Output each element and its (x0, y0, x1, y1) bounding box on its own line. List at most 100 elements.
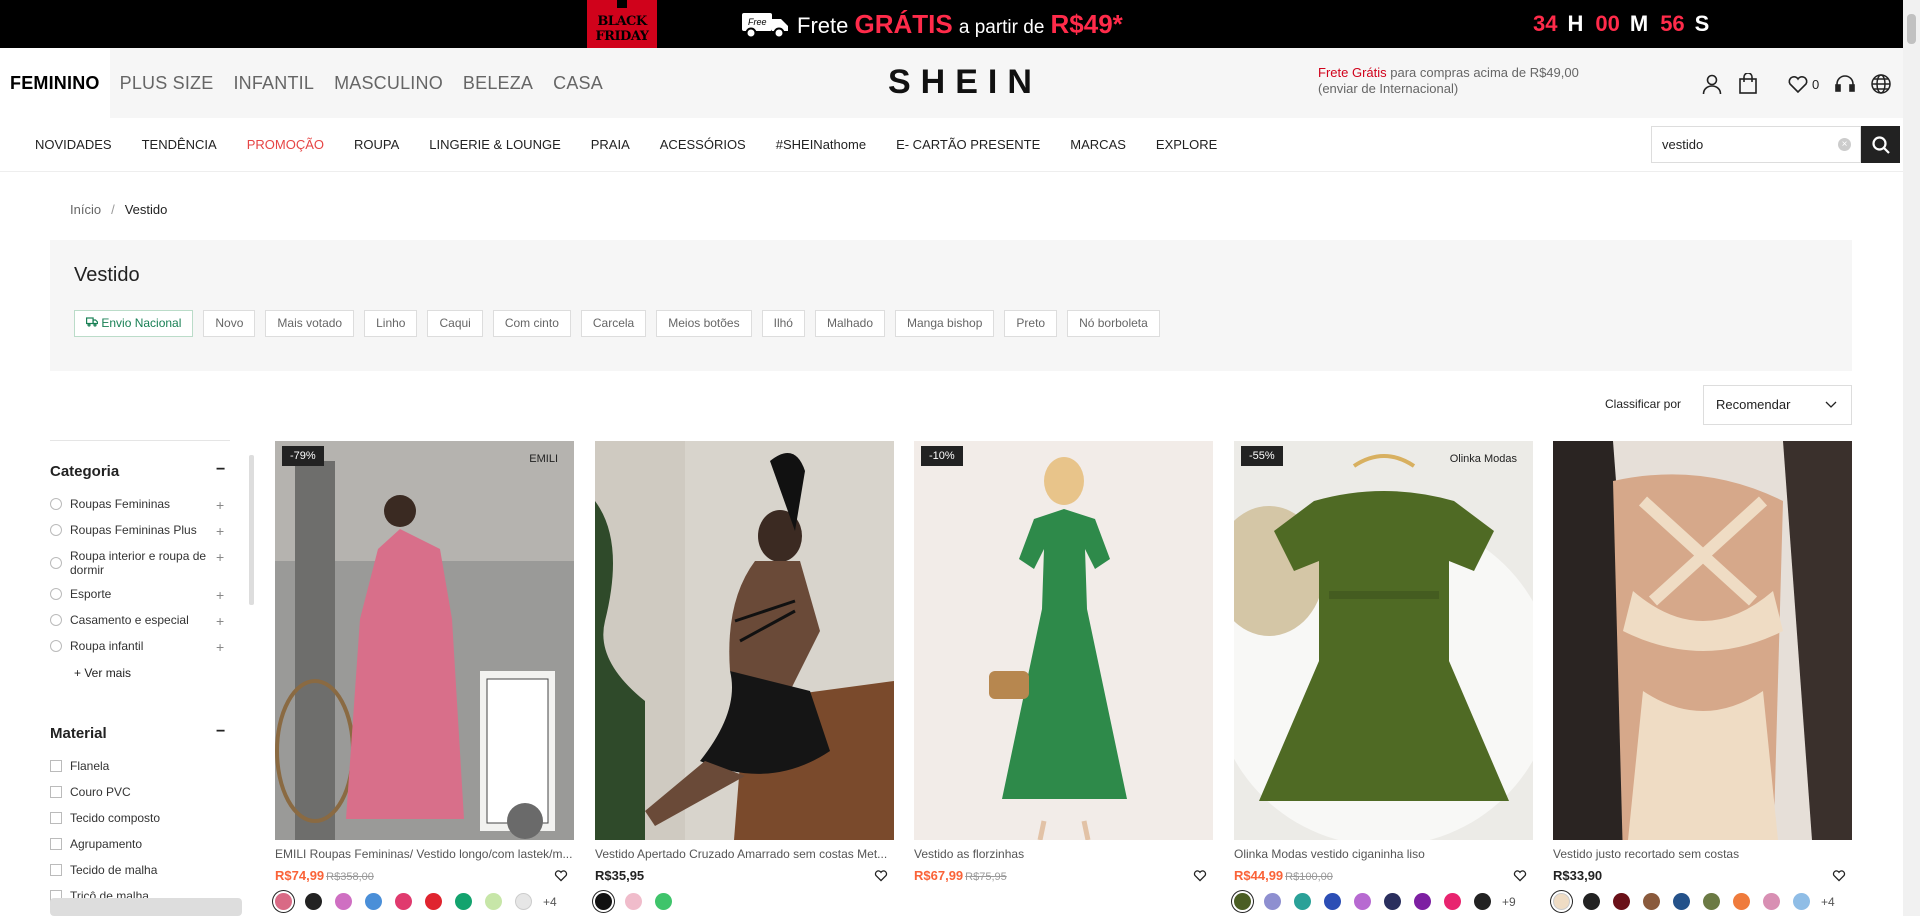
nav-tendencia[interactable]: TENDÊNCIA (142, 118, 217, 172)
chip-novo[interactable]: Novo (203, 310, 256, 337)
color-swatch[interactable] (655, 893, 672, 910)
color-swatch[interactable] (1414, 893, 1431, 910)
search-button[interactable] (1861, 126, 1900, 163)
color-swatch[interactable] (275, 893, 292, 910)
color-swatch[interactable] (425, 893, 442, 910)
expand-plus-icon[interactable]: + (216, 550, 224, 564)
radio-button[interactable] (50, 498, 62, 510)
product-image[interactable] (595, 441, 894, 840)
radio-button[interactable] (50, 588, 62, 600)
product-card[interactable]: Vestido justo recortado sem costas R$33,… (1553, 441, 1852, 910)
category-filter-title[interactable]: Categoria (50, 463, 119, 480)
chip-manga-bishop[interactable]: Manga bishop (895, 310, 995, 337)
color-swatch[interactable] (335, 893, 352, 910)
add-to-wishlist-heart-icon[interactable] (874, 869, 888, 882)
color-swatch[interactable] (1444, 893, 1461, 910)
add-to-wishlist-heart-icon[interactable] (1193, 869, 1207, 882)
color-swatch[interactable] (365, 893, 382, 910)
color-swatch[interactable] (1324, 893, 1341, 910)
color-swatch[interactable] (595, 893, 612, 910)
nav-praia[interactable]: PRAIA (591, 118, 630, 172)
radio-button[interactable] (50, 524, 62, 536)
checkbox[interactable] (50, 838, 62, 850)
see-more-link[interactable]: + Ver mais (74, 666, 131, 680)
radio-button[interactable] (50, 557, 62, 569)
color-swatch[interactable] (1703, 893, 1720, 910)
page-scrollbar[interactable] (1903, 0, 1920, 916)
chip-malhado[interactable]: Malhado (814, 310, 885, 337)
sidebar-scrollbar[interactable] (249, 455, 254, 605)
nav-marcas[interactable]: MARCAS (1070, 118, 1126, 172)
color-swatch[interactable] (305, 893, 322, 910)
color-swatch[interactable] (1474, 893, 1491, 910)
tab-beleza[interactable]: BELEZA (453, 48, 543, 118)
add-to-wishlist-heart-icon[interactable] (1832, 869, 1846, 882)
chip-preto[interactable]: Preto (1004, 310, 1058, 337)
chip-meios-botoes[interactable]: Meios botões (656, 310, 752, 337)
more-colors-count[interactable]: +4 (543, 895, 557, 909)
chip-carcela[interactable]: Carcela (580, 310, 647, 337)
collapse-material-icon[interactable]: − (216, 723, 225, 741)
product-image[interactable]: -79% EMILI (275, 441, 574, 840)
clear-search-icon[interactable]: × (1838, 138, 1851, 151)
nav-roupa[interactable]: ROUPA (354, 118, 399, 172)
expand-plus-icon[interactable]: + (216, 498, 224, 512)
color-swatch[interactable] (625, 893, 642, 910)
more-colors-count[interactable]: +9 (1502, 895, 1516, 909)
tab-infantil[interactable]: INFANTIL (223, 48, 324, 118)
chip-linho[interactable]: Linho (364, 310, 418, 337)
tab-plus-size[interactable]: PLUS SIZE (110, 48, 224, 118)
material-filter-title[interactable]: Material (50, 725, 107, 742)
expand-plus-icon[interactable]: + (216, 524, 224, 538)
nav-novidades[interactable]: NOVIDADES (35, 118, 112, 172)
product-name[interactable]: Vestido as florzinhas (914, 847, 1213, 861)
product-card[interactable]: -10% Vestido as florzinhas R$67,99 R$75,9… (914, 441, 1213, 893)
product-name[interactable]: EMILI Roupas Femininas/ Vestido longo/co… (275, 847, 574, 861)
shopping-bag-icon[interactable] (1736, 72, 1760, 96)
color-swatch[interactable] (395, 893, 412, 910)
color-swatch[interactable] (1384, 893, 1401, 910)
chip-no-borboleta[interactable]: Nó borboleta (1067, 310, 1160, 337)
wishlist-heart-icon[interactable] (1786, 72, 1810, 96)
collapse-category-icon[interactable]: − (216, 461, 225, 479)
product-card[interactable]: -55% Olinka Modas Olinka Modas vestido c… (1234, 441, 1533, 910)
color-swatch[interactable] (1673, 893, 1690, 910)
shein-logo[interactable]: SHEIN (888, 62, 1042, 102)
product-name[interactable]: Vestido Apertado Cruzado Amarrado sem co… (595, 847, 894, 861)
color-swatch[interactable] (515, 893, 532, 910)
product-name[interactable]: Olinka Modas vestido ciganinha liso (1234, 847, 1533, 861)
color-swatch[interactable] (1643, 893, 1660, 910)
chip-ilho[interactable]: Ilhó (761, 310, 805, 337)
color-swatch[interactable] (1733, 893, 1750, 910)
product-card[interactable]: -79% EMILI EMILI Roupas Femininas/ Vesti… (275, 441, 574, 910)
chip-com-cinto[interactable]: Com cinto (492, 310, 571, 337)
color-swatch[interactable] (485, 893, 502, 910)
add-to-wishlist-heart-icon[interactable] (1513, 869, 1527, 882)
product-image[interactable]: -55% Olinka Modas (1234, 441, 1533, 840)
search-input[interactable] (1652, 127, 1822, 162)
tab-casa[interactable]: CASA (543, 48, 613, 118)
promo-banner[interactable]: BLACK FRIDAY Free Frete GRÁTIS a partir … (0, 0, 1920, 48)
color-swatch[interactable] (1583, 893, 1600, 910)
color-swatch[interactable] (1793, 893, 1810, 910)
tab-feminino[interactable]: FEMININO (0, 48, 110, 118)
headset-icon[interactable] (1833, 72, 1857, 96)
nav-cartao-presente[interactable]: E- CARTÃO PRESENTE (896, 118, 1040, 172)
page-scrollbar-thumb[interactable] (1907, 14, 1916, 44)
color-swatch[interactable] (1294, 893, 1311, 910)
product-name[interactable]: Vestido justo recortado sem costas (1553, 847, 1852, 861)
account-icon[interactable] (1700, 72, 1724, 96)
radio-button[interactable] (50, 640, 62, 652)
checkbox[interactable] (50, 760, 62, 772)
color-swatch[interactable] (455, 893, 472, 910)
nav-lingerie-lounge[interactable]: LINGERIE & LOUNGE (429, 118, 560, 172)
nav-acessorios[interactable]: ACESSÓRIOS (660, 118, 746, 172)
checkbox[interactable] (50, 812, 62, 824)
nav-sheinathome[interactable]: #SHEINathome (776, 118, 866, 172)
chip-mais-votado[interactable]: Mais votado (265, 310, 355, 337)
more-colors-count[interactable]: +4 (1821, 895, 1835, 909)
expand-plus-icon[interactable]: + (216, 588, 224, 602)
sort-dropdown[interactable]: Recomendar (1703, 385, 1852, 425)
tab-masculino[interactable]: MASCULINO (324, 48, 453, 118)
add-to-wishlist-heart-icon[interactable] (554, 869, 568, 882)
